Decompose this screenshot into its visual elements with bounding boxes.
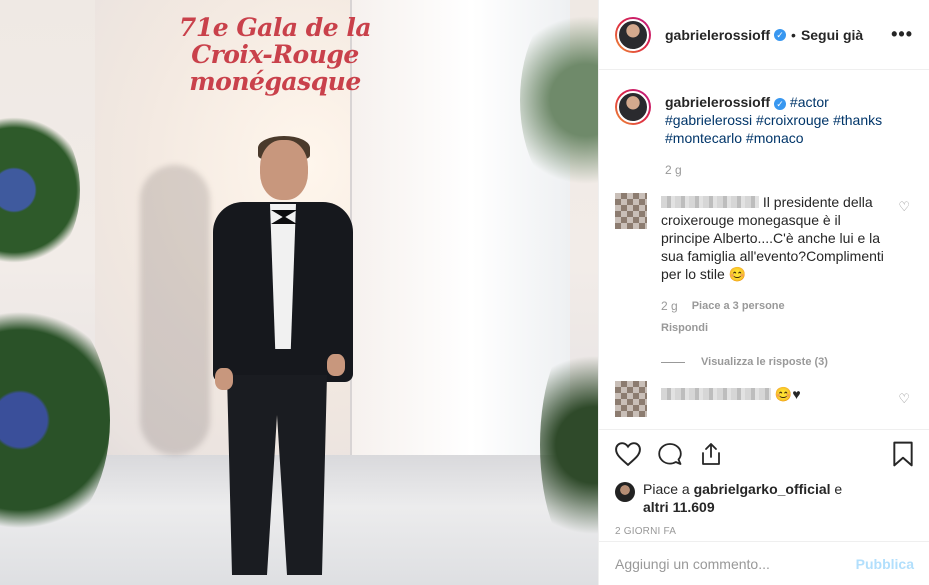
caption-username[interactable]: gabrielerossioff: [665, 94, 770, 110]
comment-bubble-icon[interactable]: [657, 442, 683, 469]
action-icons: [615, 440, 914, 470]
comment-avatar-blurred[interactable]: [615, 381, 647, 417]
likes-prefix: Piace a: [643, 481, 690, 497]
like-heart-icon[interactable]: [615, 441, 641, 469]
likes-others-count[interactable]: altri 11.609: [643, 499, 715, 515]
view-replies-button[interactable]: Visualizza le risposte (3): [661, 353, 891, 371]
comment-body: 😊♥: [661, 371, 891, 417]
reply-button[interactable]: Rispondi: [661, 319, 891, 337]
publish-button[interactable]: Pubblica: [856, 556, 914, 572]
gala-banner-text: 71e Gala de la Croix-Rouge monégasque: [175, 14, 375, 95]
more-options-icon[interactable]: •••: [891, 24, 913, 45]
caption: gabrielerossioff ✓ #actor #gabrielerossi …: [615, 71, 914, 179]
trousers: [227, 375, 327, 575]
header-username[interactable]: gabrielerossioff: [665, 27, 770, 43]
likes-text: Piace a gabrielgarko_official e altri 11…: [643, 480, 842, 516]
replies-line: [661, 361, 685, 363]
post-actions: Piace a gabrielgarko_official e altri 11…: [599, 429, 929, 537]
caption-body: gabrielerossioff ✓ #actor #gabrielerossi …: [665, 71, 895, 179]
flower-arrangement-left: [0, 110, 80, 270]
right-hand: [327, 354, 345, 376]
banner-line-1: 71e Gala de la: [178, 13, 372, 42]
avatar[interactable]: [615, 16, 651, 53]
person-shadow: [140, 165, 210, 455]
post-sidebar: gabrielerossioff ✓ • Segui già ••• gabri…: [598, 0, 929, 585]
caption-avatar[interactable]: [615, 89, 651, 125]
verified-badge-icon: ✓: [774, 28, 787, 41]
comment-meta: 2 g Piace a 3 persone: [661, 297, 891, 315]
comment-input[interactable]: [615, 555, 856, 572]
add-comment-bar: Pubblica: [599, 541, 929, 585]
comment-like-heart-icon[interactable]: ♡: [898, 199, 910, 215]
separator-dot: •: [791, 26, 796, 43]
likes-summary: Piace a gabrielgarko_official e altri 11…: [615, 480, 914, 516]
comment-text: 😊♥: [774, 386, 801, 402]
post-photo[interactable]: 71e Gala de la Croix-Rouge monégasque: [0, 0, 598, 585]
comment-like-heart-icon[interactable]: ♡: [898, 391, 910, 407]
comment: Il presidente della croixerouge monegasq…: [615, 175, 914, 371]
post-timestamp[interactable]: 2 GIORNI FA: [615, 526, 914, 537]
comments-list[interactable]: gabrielerossioff ✓ #actor #gabrielerossi …: [599, 71, 929, 429]
banner-line-3: monégasque: [189, 67, 361, 96]
liker-avatar[interactable]: [615, 482, 635, 502]
likes-conjunction: e: [834, 481, 843, 497]
banner-line-2: Croix-Rouge: [191, 40, 359, 69]
following-button[interactable]: Segui già: [801, 27, 863, 43]
bookmark-icon[interactable]: [892, 441, 914, 470]
comment-likes[interactable]: Piace a 3 persone: [692, 297, 785, 315]
comment-username-blurred[interactable]: [661, 196, 759, 208]
share-icon[interactable]: [699, 442, 723, 469]
verified-badge-icon: ✓: [774, 98, 787, 110]
person-head: [260, 140, 308, 200]
person-in-tuxedo: [205, 136, 355, 585]
comment-username-blurred[interactable]: [661, 388, 771, 400]
left-hand: [215, 368, 233, 390]
view-replies-label: Visualizza le risposte (3): [701, 356, 828, 368]
comment: 😊♥ ♡: [615, 371, 914, 417]
comment-avatar-blurred[interactable]: [615, 193, 647, 229]
post-header: gabrielerossioff ✓ • Segui già •••: [599, 0, 929, 70]
liker-username[interactable]: gabrielgarko_official: [694, 481, 831, 497]
comment-time[interactable]: 2 g: [661, 297, 678, 315]
comment-body: Il presidente della croixerouge monegasq…: [661, 175, 891, 371]
